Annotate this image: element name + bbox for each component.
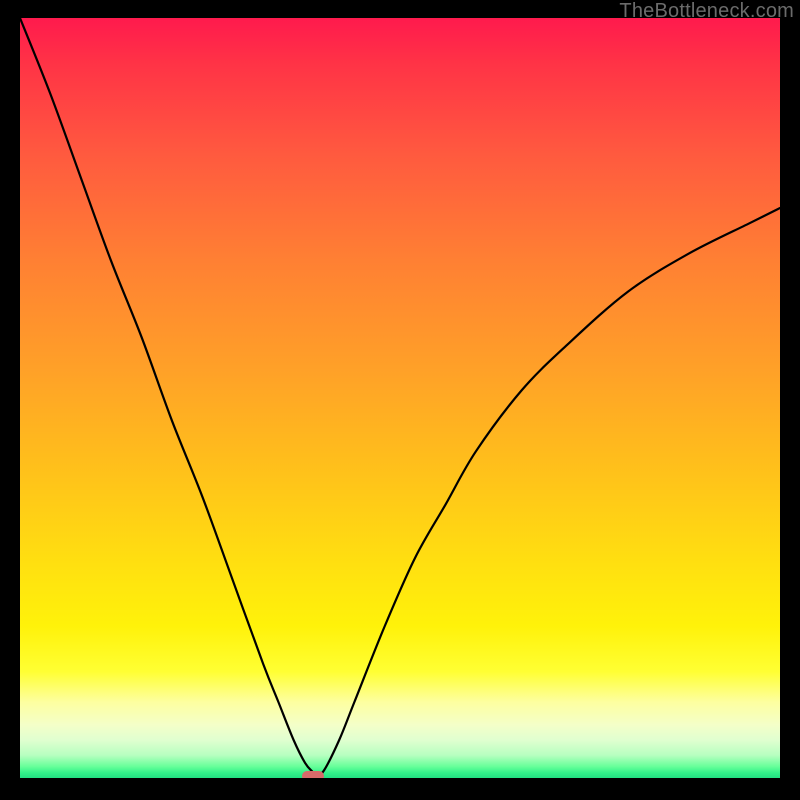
chart-frame: TheBottleneck.com [0,0,800,800]
bottleneck-curve-path [20,18,780,776]
curve-svg [20,18,780,778]
plot-area [20,18,780,778]
minimum-marker [302,771,324,778]
